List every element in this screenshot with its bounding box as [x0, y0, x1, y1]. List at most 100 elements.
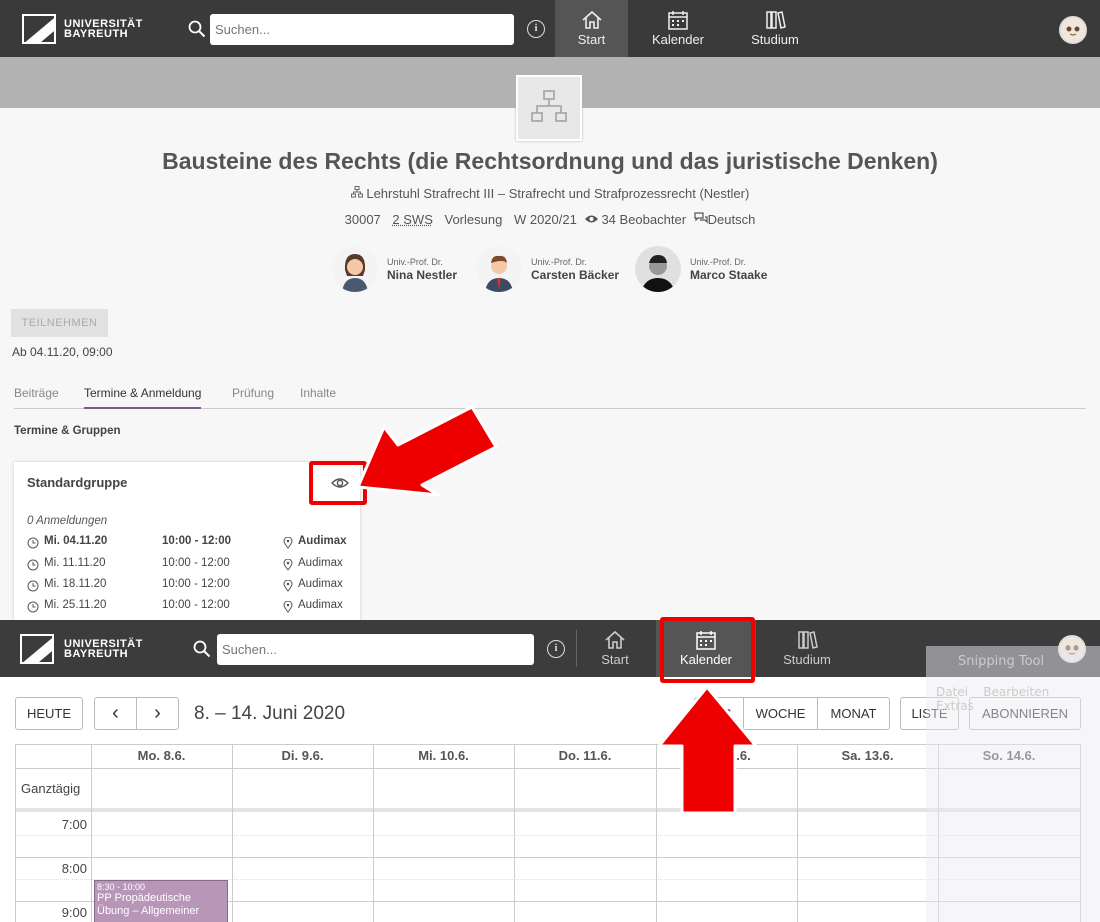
course-title: Bausteine des Rechts (die Rechtsordnung …	[162, 148, 938, 174]
location-text[interactable]: Audimax	[298, 557, 343, 569]
language-icon	[694, 212, 708, 224]
org-icon	[350, 186, 363, 198]
course-language: Deutsch	[707, 212, 756, 227]
books-icon	[766, 11, 786, 29]
nav-start[interactable]: Start	[585, 620, 645, 677]
female-avatar-icon	[332, 246, 378, 292]
course-avatar	[516, 75, 582, 141]
top-navbar: UNIVERSITÄT BAYREUTH i Start Kalender St…	[0, 0, 1100, 57]
grid-line	[15, 744, 1081, 745]
overlay-menu-item: Datei	[936, 685, 969, 699]
overlay-menu-item: Bearbeiten	[983, 685, 1050, 699]
home-icon	[605, 630, 625, 649]
red-arrow-icon	[356, 405, 498, 497]
tab-beitraege[interactable]: Beiträge	[14, 386, 59, 409]
date-text: Mi. 25.11.20	[44, 599, 107, 611]
search-input[interactable]	[217, 634, 534, 665]
university-logo-text[interactable]: UNIVERSITÄT BAYREUTH	[64, 19, 143, 40]
course-page-panel: UNIVERSITÄT BAYREUTH i Start Kalender St…	[0, 0, 1100, 620]
calendar-panel: HEUTE ‹ › 8. – 14. Juni 2020 TAG WOCHE M…	[0, 677, 1100, 922]
day-header[interactable]: Do. 11.6.	[514, 748, 656, 763]
location-text[interactable]: Audimax	[298, 599, 343, 611]
location-pin-icon	[283, 559, 293, 571]
lecturer-photo	[635, 246, 681, 292]
week-grid: Mo. 8.6. Di. 9.6. Mi. 10.6. Do. 11.6. Fr…	[15, 744, 1081, 922]
eye-icon	[585, 215, 599, 223]
nav-kalender-label: Kalender	[651, 32, 705, 47]
tab-pruefung[interactable]: Prüfung	[232, 386, 274, 409]
university-logo-icon[interactable]	[22, 14, 56, 44]
date-text: Mi. 04.11.20	[44, 535, 108, 547]
nav-studium-label: Studium	[751, 32, 799, 47]
search-input[interactable]	[210, 14, 514, 45]
day-header[interactable]: Mi. 10.6.	[373, 748, 514, 763]
logo-line2: BAYREUTH	[64, 28, 129, 40]
course-tabs: Beiträge Termine & Anmeldung Prüfung Inh…	[14, 386, 1086, 409]
course-institute[interactable]: Lehrstuhl Strafrecht III – Strafrecht un…	[0, 186, 1100, 201]
week-range-title: 8. – 14. Juni 2020	[194, 703, 346, 724]
org-chart-icon	[531, 90, 567, 122]
event-time: 8:30 - 10:00	[97, 882, 146, 892]
day-header[interactable]: Di. 9.6.	[232, 748, 373, 763]
grid-line	[15, 768, 1081, 769]
snipping-tool-menu-overlay: Datei Bearbeiten Extras	[926, 677, 1100, 922]
hour-label: 8:00	[61, 861, 87, 876]
info-icon[interactable]: i	[547, 640, 565, 658]
clock-icon	[27, 537, 39, 549]
course-meta: 30007 2 SWS Vorlesung W 2020/21 34 Beoba…	[0, 212, 1100, 227]
registrations-count: 0 Anmeldungen	[27, 515, 108, 527]
date-text: Mi. 18.11.20	[44, 578, 107, 590]
grid-col	[91, 744, 92, 922]
nav-kalender[interactable]: Kalender	[640, 0, 716, 57]
nav-studium[interactable]: Studium	[772, 620, 842, 677]
location-text[interactable]: Audimax	[298, 578, 343, 590]
location-pin-icon	[283, 537, 293, 549]
hour-label: 7:00	[61, 817, 87, 832]
search-icon[interactable]	[188, 20, 206, 38]
clock-icon	[27, 580, 39, 592]
lecturer-name: Nina Nestler	[387, 268, 458, 282]
today-button[interactable]: HEUTE	[15, 697, 83, 730]
allday-separator	[15, 808, 1081, 812]
date-text: Mi. 11.11.20	[44, 557, 106, 569]
tab-inhalte[interactable]: Inhalte	[300, 386, 336, 409]
location-pin-icon	[283, 580, 293, 592]
lecturer-role: Univ.-Prof. Dr.	[690, 257, 746, 267]
logo-line2: BAYREUTH	[64, 648, 129, 660]
lecturer-name: Marco Staake	[690, 268, 768, 282]
day-header[interactable]: Mo. 8.6.	[91, 748, 232, 763]
lecturer-name: Carsten Bäcker	[531, 268, 620, 282]
tab-termine[interactable]: Termine & Anmeldung	[84, 386, 202, 409]
course-semester: W 2020/21	[513, 212, 577, 227]
university-logo-icon[interactable]	[20, 634, 54, 664]
nav-studium[interactable]: Studium	[740, 0, 810, 57]
grid-col	[232, 744, 233, 922]
course-observers: 34 Beobachter	[601, 212, 687, 227]
day-header[interactable]: Sa. 13.6.	[797, 748, 938, 763]
calendar-event[interactable]: 8:30 - 10:00 PP Propädeutische Übung – A…	[94, 880, 228, 922]
info-icon[interactable]: i	[527, 20, 545, 38]
lecturer-photo-icon	[635, 246, 681, 292]
grid-col	[797, 744, 798, 922]
grid-col	[514, 744, 515, 922]
snipping-tool-overlay: Snipping Tool	[926, 646, 1100, 677]
nav-start-label: Start	[577, 32, 606, 47]
date-row: Mi. 25.11.20 10:00 - 12:00 Audimax	[27, 599, 352, 617]
nav-start[interactable]: Start	[555, 0, 628, 57]
prev-week-button[interactable]: ‹	[94, 697, 137, 730]
grid-col	[373, 744, 374, 922]
location-text[interactable]: Audimax	[298, 535, 347, 547]
institute-text: Lehrstuhl Strafrecht III – Strafrecht un…	[366, 186, 750, 201]
join-button[interactable]: TEILNEHMEN	[11, 309, 108, 337]
university-logo-text[interactable]: UNIVERSITÄT BAYREUTH	[64, 639, 143, 660]
red-arrow-icon	[657, 685, 758, 815]
user-avatar[interactable]	[1059, 16, 1087, 44]
view-month-button[interactable]: MONAT	[817, 697, 890, 730]
all-day-label: Ganztägig	[21, 781, 81, 796]
grid-line	[15, 835, 1081, 836]
nav-studium-label: Studium	[783, 652, 831, 667]
highlight-box	[660, 617, 755, 683]
next-week-button[interactable]: ›	[136, 697, 179, 730]
course-sws: 2 SWS	[392, 212, 433, 227]
search-icon[interactable]	[193, 640, 211, 658]
